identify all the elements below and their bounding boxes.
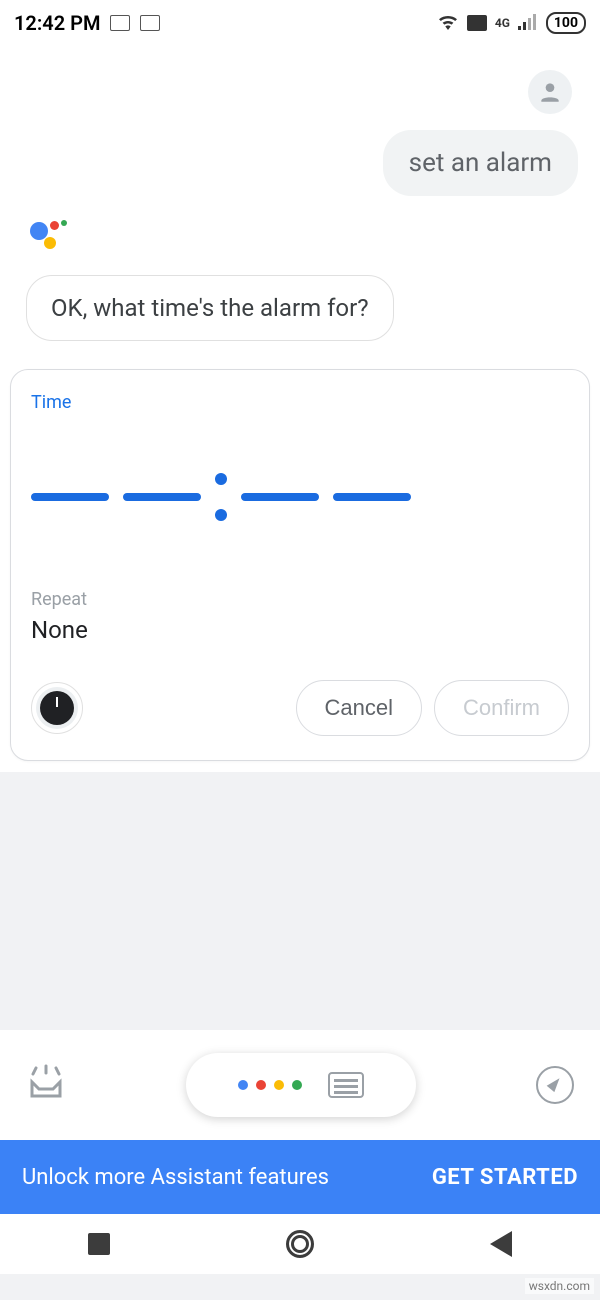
wifi-icon [437,11,459,35]
signal-icon [518,11,538,35]
assistant-input-pill[interactable] [186,1053,416,1117]
watermark: wsxdn.com [525,1278,594,1294]
assistant-logo-icon [18,216,582,267]
hour-tens-slot[interactable] [31,493,109,501]
hour-ones-slot[interactable] [123,493,201,501]
clock-text: 12:42 PM [14,11,100,35]
assistant-bottom-bar [0,1030,600,1140]
updates-tray-icon[interactable] [26,1064,66,1106]
repeat-label: Repeat [31,589,569,610]
battery-indicator: 100 [546,12,586,34]
keyboard-status-icon [110,15,130,31]
time-colon-icon [215,473,227,521]
banner-text: Unlock more Assistant features [22,1165,329,1190]
minute-tens-slot[interactable] [241,493,319,501]
status-bar: 12:42 PM 4G 100 [0,0,600,42]
user-message-bubble: set an alarm [383,130,578,196]
recents-button[interactable] [88,1233,110,1255]
network-label: 4G [495,16,510,30]
open-clock-app-button[interactable] [31,682,83,734]
news-status-icon [140,15,160,31]
keyboard-icon[interactable] [328,1072,364,1098]
assistant-message-bubble: OK, what time's the alarm for? [26,275,394,341]
user-avatar[interactable] [528,70,572,114]
clock-icon [40,691,74,725]
get-started-button[interactable]: GET STARTED [432,1165,578,1190]
time-picker[interactable] [31,443,569,561]
android-nav-bar [0,1214,600,1274]
assistant-dots-icon [238,1080,302,1090]
cancel-button[interactable]: Cancel [296,680,422,736]
explore-icon[interactable] [536,1066,574,1104]
repeat-value[interactable]: None [31,616,569,644]
home-button[interactable] [286,1230,314,1258]
alarm-card: Time Repeat None Cancel Confirm [10,369,590,761]
minute-ones-slot[interactable] [333,493,411,501]
confirm-button[interactable]: Confirm [434,680,569,736]
promo-banner[interactable]: Unlock more Assistant features GET START… [0,1140,600,1214]
card-title-time: Time [31,392,569,413]
volte-icon [467,15,487,31]
back-button[interactable] [490,1231,512,1257]
